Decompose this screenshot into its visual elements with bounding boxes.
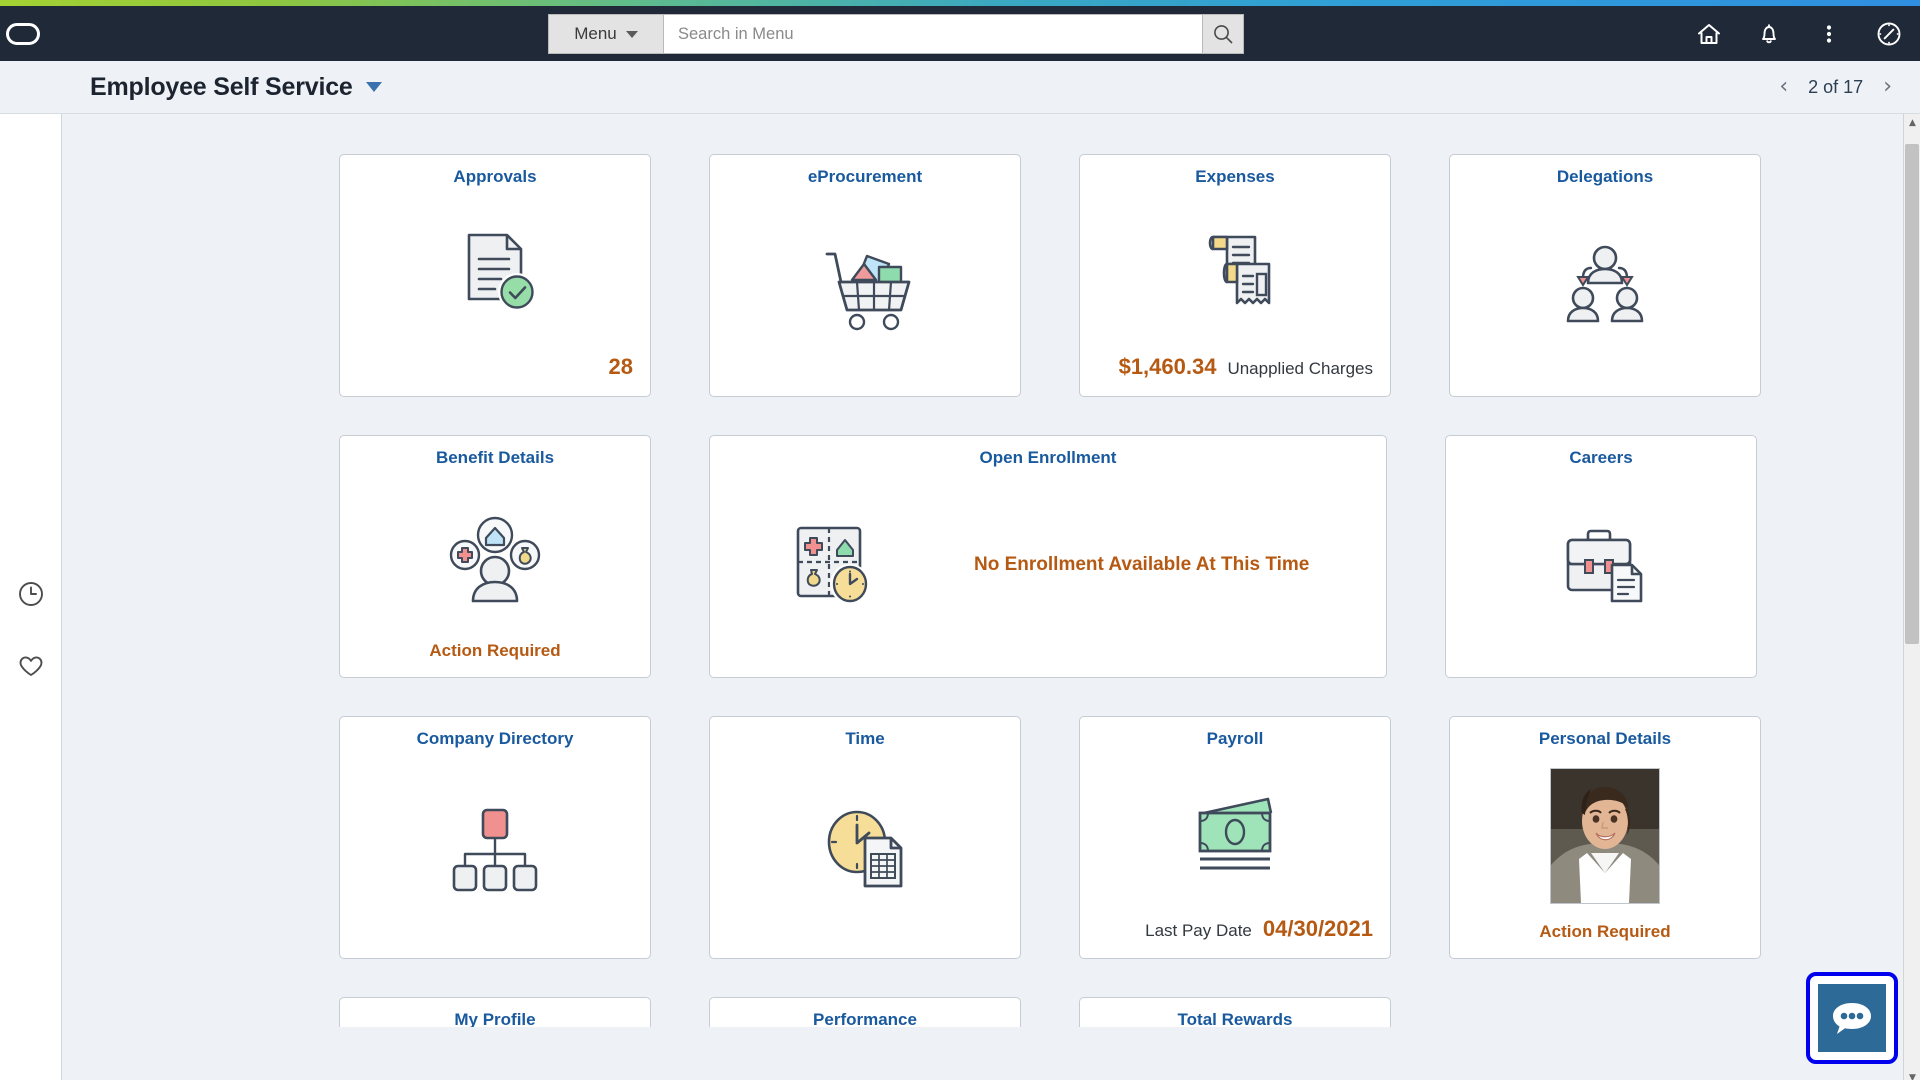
search-wrap: Menu <box>548 14 1244 54</box>
chat-icon-background <box>1818 984 1886 1052</box>
payroll-label: Last Pay Date <box>1145 921 1252 941</box>
global-search-group: Menu <box>548 14 823 54</box>
tile-title: Time <box>845 729 884 749</box>
search-icon <box>1212 23 1234 45</box>
tile-expenses[interactable]: Expenses <box>1079 154 1391 397</box>
peoplesoft-logo[interactable] <box>6 23 40 45</box>
expenses-label: Unapplied Charges <box>1227 359 1373 379</box>
menu-dropdown-button[interactable]: Menu <box>548 14 663 54</box>
benefit-status: Action Required <box>429 641 560 661</box>
tile-approvals[interactable]: Approvals <box>339 154 651 397</box>
tile-title: Expenses <box>1195 167 1274 187</box>
scrollbar-down-arrow[interactable]: ▼ <box>1904 1069 1920 1080</box>
approvals-count: 28 <box>609 354 633 380</box>
payroll-last-pay-date: 04/30/2021 <box>1263 916 1373 942</box>
page-title: Employee Self Service <box>90 73 353 102</box>
search-button[interactable] <box>1203 14 1244 54</box>
tile-title: Open Enrollment <box>980 448 1117 468</box>
shopping-cart-icon <box>710 187 1020 380</box>
tile-grid: Approvals <box>62 154 1920 959</box>
recently-visited-clock-icon[interactable] <box>16 579 46 609</box>
tile-footer <box>710 661 1386 677</box>
tile-title: Company Directory <box>417 729 574 749</box>
tile-footer: Action Required <box>340 641 650 677</box>
tile-title: Total Rewards <box>1178 1010 1293 1027</box>
tile-company-directory[interactable]: Company Directory <box>339 716 651 959</box>
tile-row: Approvals <box>339 154 1920 397</box>
personal-details-status: Action Required <box>1539 922 1670 942</box>
chat-bubble-icon <box>1829 998 1875 1038</box>
global-header: Menu <box>0 6 1920 61</box>
tile-time[interactable]: Time <box>709 716 1021 959</box>
employee-photo <box>1550 768 1660 904</box>
tile-open-enrollment[interactable]: Open Enrollment <box>709 435 1387 678</box>
actions-kebab-icon[interactable] <box>1814 19 1844 49</box>
header-icon-group <box>1694 6 1904 61</box>
favorites-heart-icon[interactable] <box>16 651 46 681</box>
tile-careers[interactable]: Careers <box>1445 435 1757 678</box>
tile-footer <box>1450 380 1760 396</box>
tile-footer <box>1446 661 1756 677</box>
tile-title: Approvals <box>453 167 536 187</box>
benefits-person-icon <box>340 468 650 641</box>
tile-title: Benefit Details <box>436 448 554 468</box>
tile-row: Benefit Details <box>339 435 1920 678</box>
pagination-next-button[interactable]: › <box>1883 76 1892 98</box>
expense-receipts-icon <box>1080 187 1390 354</box>
pagination-prev-button[interactable]: ‹ <box>1779 76 1788 98</box>
tile-footer: $1,460.34 Unapplied Charges <box>1080 354 1390 396</box>
open-enrollment-art: No Enrollment Available At This Time <box>710 468 1386 661</box>
tile-row-partial: My Profile Performance Total Rewards <box>62 997 1920 1027</box>
document-approved-icon <box>340 187 650 354</box>
tile-grid-area: Approvals <box>62 114 1920 1080</box>
body-wrap: Approvals <box>0 114 1920 1080</box>
tile-footer: Action Required <box>1450 922 1760 958</box>
delegation-people-icon <box>1450 187 1760 380</box>
tile-row: Company Directory <box>339 716 1920 959</box>
tile-footer: Last Pay Date 04/30/2021 <box>1080 916 1390 958</box>
tile-title: My Profile <box>454 1010 535 1027</box>
scrollbar-thumb[interactable] <box>1905 144 1919 644</box>
briefcase-document-icon <box>1446 468 1756 661</box>
tile-payroll[interactable]: Payroll <box>1079 716 1391 959</box>
tile-benefit-details[interactable]: Benefit Details <box>339 435 651 678</box>
left-rail <box>0 114 62 1080</box>
employee-photo-wrap <box>1450 749 1760 922</box>
navbar-compass-icon[interactable] <box>1874 19 1904 49</box>
tile-footer <box>710 380 1020 396</box>
tile-total-rewards[interactable]: Total Rewards <box>1079 997 1391 1027</box>
search-input[interactable] <box>663 14 1203 54</box>
home-icon[interactable] <box>1694 19 1724 49</box>
tile-title: Personal Details <box>1539 729 1671 749</box>
tile-delegations[interactable]: Delegations <box>1449 154 1761 397</box>
menu-dropdown-label: Menu <box>574 24 617 44</box>
notifications-bell-icon[interactable] <box>1754 19 1784 49</box>
clock-timesheet-icon <box>710 749 1020 942</box>
tile-personal-details[interactable]: Personal Details <box>1449 716 1761 959</box>
enrollment-grid-clock-icon <box>788 518 882 612</box>
tile-title: Performance <box>813 1010 917 1027</box>
page-title-dropdown-icon[interactable] <box>366 82 382 92</box>
tile-title: Careers <box>1569 448 1632 468</box>
money-bills-icon <box>1080 749 1390 916</box>
vertical-scrollbar[interactable]: ▲ ▼ <box>1903 114 1920 1080</box>
tile-footer <box>710 942 1020 958</box>
expenses-amount: $1,460.34 <box>1119 354 1217 380</box>
tile-performance[interactable]: Performance <box>709 997 1021 1027</box>
enrollment-message: No Enrollment Available At This Time <box>974 554 1309 576</box>
tile-title: eProcurement <box>808 167 922 187</box>
org-chart-icon <box>340 749 650 942</box>
tile-my-profile[interactable]: My Profile <box>339 997 651 1027</box>
tile-title: Delegations <box>1557 167 1653 187</box>
tile-footer <box>340 942 650 958</box>
pagination: ‹ 2 of 17 › <box>1779 76 1892 98</box>
tile-title: Payroll <box>1207 729 1264 749</box>
page-title-bar: Employee Self Service ‹ 2 of 17 › <box>0 61 1920 114</box>
tile-footer: 28 <box>340 354 650 396</box>
tile-eprocurement[interactable]: eProcurement <box>709 154 1021 397</box>
scrollbar-up-arrow[interactable]: ▲ <box>1904 114 1920 131</box>
chevron-down-icon <box>626 31 638 38</box>
chat-bubble-button[interactable] <box>1806 972 1898 1064</box>
pagination-label: 2 of 17 <box>1808 77 1863 98</box>
